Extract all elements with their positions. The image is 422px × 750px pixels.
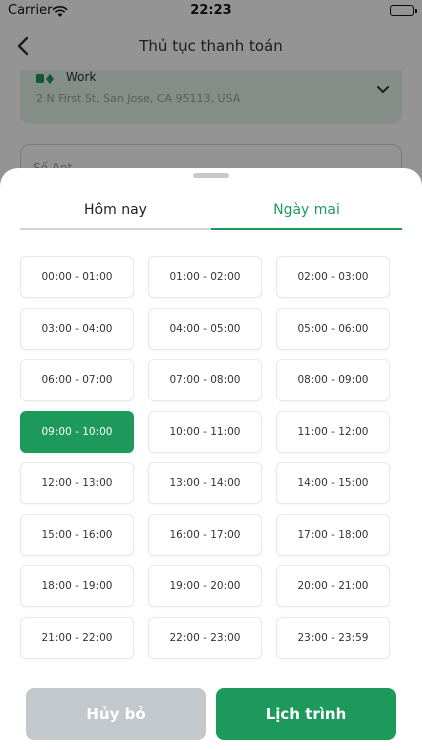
time-slot[interactable]: 03:00 - 04:00 xyxy=(20,307,134,350)
time-slot[interactable]: 23:00 - 23:59 xyxy=(276,616,390,659)
time-slot[interactable]: 21:00 - 22:00 xyxy=(20,616,134,659)
time-slot[interactable]: 15:00 - 16:00 xyxy=(20,513,134,556)
time-slot[interactable]: 07:00 - 08:00 xyxy=(148,359,262,401)
cancel-button[interactable]: Hủy bỏ xyxy=(26,688,206,740)
time-slot[interactable]: 10:00 - 11:00 xyxy=(148,410,262,453)
time-slot[interactable]: 17:00 - 18:00 xyxy=(276,513,390,556)
time-slot[interactable]: 11:00 - 12:00 xyxy=(276,410,390,453)
time-slot[interactable]: 20:00 - 21:00 xyxy=(276,565,390,607)
time-slot[interactable]: 02:00 - 03:00 xyxy=(276,256,390,298)
time-slot[interactable]: 01:00 - 02:00 xyxy=(148,256,262,298)
time-slot[interactable]: 04:00 - 05:00 xyxy=(148,307,262,350)
drag-handle[interactable] xyxy=(193,173,229,178)
time-slot[interactable]: 16:00 - 17:00 xyxy=(148,513,262,556)
schedule-button[interactable]: Lịch trình xyxy=(216,688,396,740)
time-slot[interactable]: 00:00 - 01:00 xyxy=(20,256,134,298)
time-slot[interactable]: 09:00 - 10:00 xyxy=(20,410,134,453)
time-slot[interactable]: 05:00 - 06:00 xyxy=(276,307,390,350)
time-slot[interactable]: 19:00 - 20:00 xyxy=(148,565,262,607)
time-slot-sheet: Hôm nay Ngày mai 00:00 - 01:00 01:00 - 02… xyxy=(0,168,422,750)
time-slot[interactable]: 14:00 - 15:00 xyxy=(276,462,390,504)
time-slot[interactable]: 08:00 - 09:00 xyxy=(276,359,390,401)
time-slot[interactable]: 22:00 - 23:00 xyxy=(148,616,262,659)
time-slot[interactable]: 13:00 - 14:00 xyxy=(148,462,262,504)
time-slot[interactable]: 18:00 - 19:00 xyxy=(20,565,134,607)
day-tabs: Hôm nay Ngày mai xyxy=(20,190,402,230)
tab-tomorrow[interactable]: Ngày mai xyxy=(211,190,402,230)
time-slot[interactable]: 12:00 - 13:00 xyxy=(20,462,134,504)
time-slot[interactable]: 06:00 - 07:00 xyxy=(20,359,134,401)
tab-today[interactable]: Hôm nay xyxy=(20,190,211,230)
